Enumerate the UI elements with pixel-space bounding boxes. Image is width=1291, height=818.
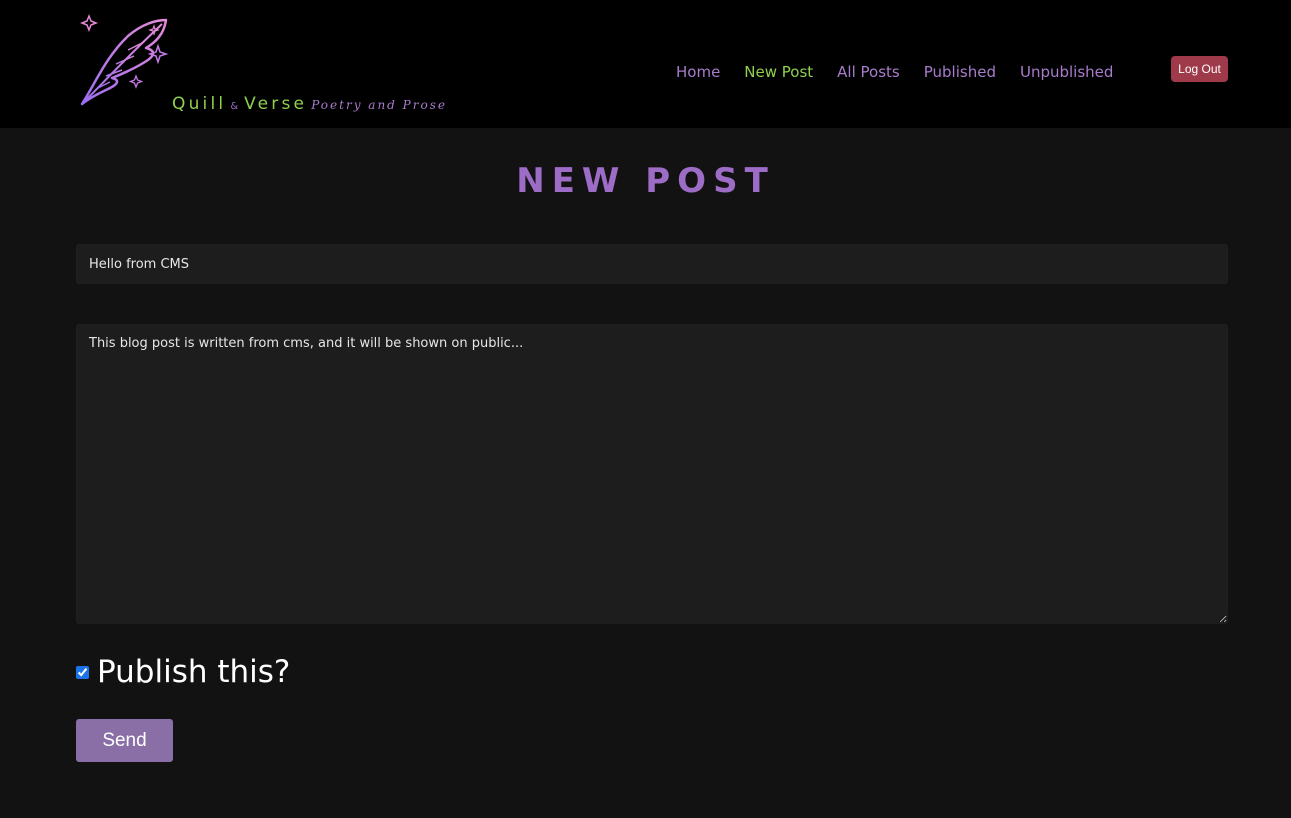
send-button[interactable]: Send xyxy=(76,719,173,762)
nav-link-unpublished[interactable]: Unpublished xyxy=(1020,61,1113,83)
post-body-textarea[interactable]: This blog post is written from cms, and … xyxy=(76,324,1228,624)
publish-label[interactable]: Publish this? xyxy=(97,650,290,694)
site-header: Quill & Verse Poetry and Prose Home New Pos… xyxy=(0,0,1291,128)
feather-quill-icon[interactable] xyxy=(76,12,176,108)
nav-link-published[interactable]: Published xyxy=(924,61,996,83)
page-title: NEW POST xyxy=(516,161,775,201)
publish-option: Publish this? xyxy=(76,650,290,694)
brand-ampersand: & xyxy=(230,101,239,112)
brand-name-verse: Verse xyxy=(244,94,308,114)
post-title-input[interactable] xyxy=(76,244,1228,284)
brand-wordmark[interactable]: Quill & Verse Poetry and Prose xyxy=(172,92,447,119)
brand-name-quill: Quill xyxy=(172,94,227,114)
nav-link-all-posts[interactable]: All Posts xyxy=(837,61,900,83)
nav-link-new-post[interactable]: New Post xyxy=(744,61,813,83)
main-nav: Home New Post All Posts Published Unpubl… xyxy=(676,61,1113,83)
logout-button[interactable]: Log Out xyxy=(1171,56,1228,82)
nav-link-home[interactable]: Home xyxy=(676,61,720,83)
brand-tagline: Poetry and Prose xyxy=(311,98,447,112)
publish-checkbox[interactable] xyxy=(76,665,89,679)
